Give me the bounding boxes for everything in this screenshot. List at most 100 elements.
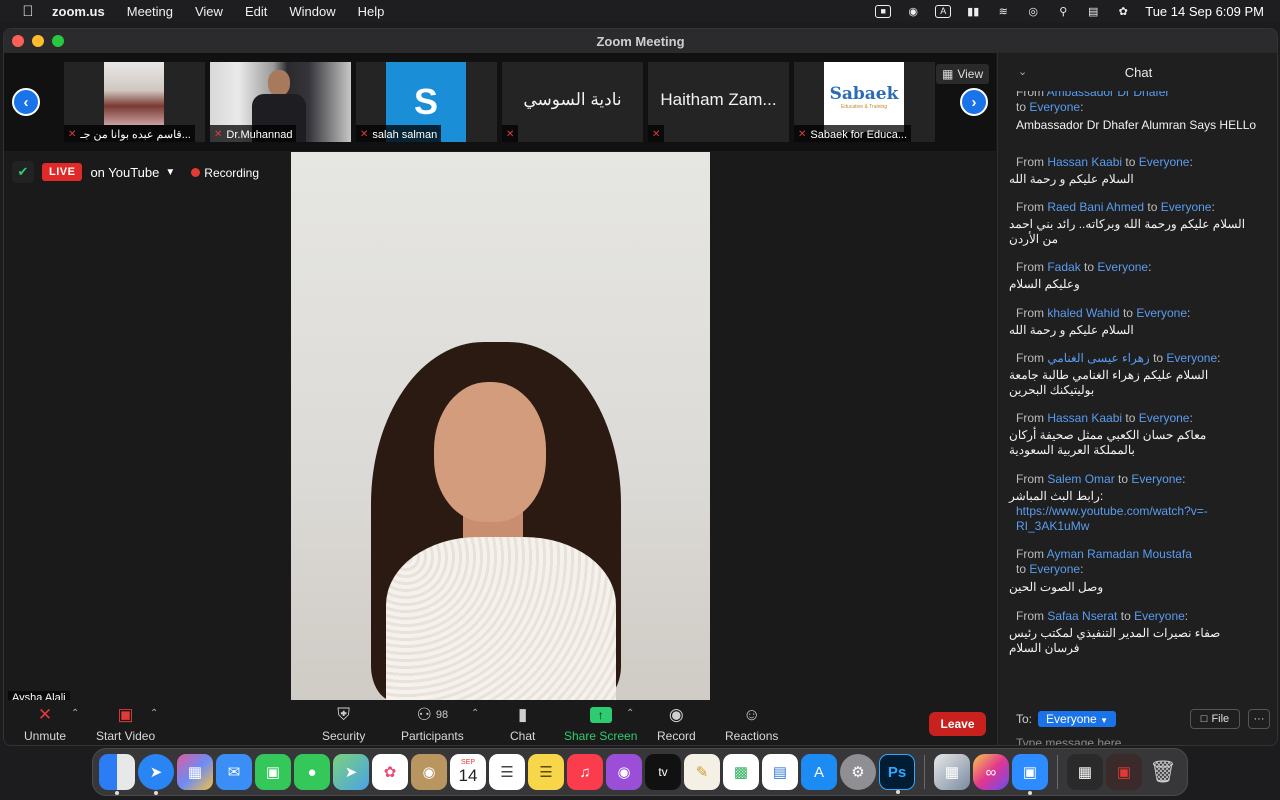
chat-button[interactable]: ▮ Chat — [510, 704, 535, 743]
live-badge[interactable]: LIVE — [42, 163, 83, 181]
participant-name-tag: ✕ — [502, 125, 519, 142]
chat-message: From Ambassador Dr Dhafer to Everyone: A… — [998, 91, 1268, 133]
participant-name-tag: ✕ — [648, 125, 665, 142]
participants-button[interactable]: ⚇ 98 Participants — [401, 704, 464, 743]
muted-mic-icon: ✕ — [68, 129, 77, 140]
keyboard-input-icon[interactable]: A — [935, 4, 952, 18]
video-options-caret[interactable]: ⌃ — [150, 708, 158, 719]
control-center-icon[interactable]: ▤ — [1085, 5, 1101, 18]
share-options-caret[interactable]: ⌃ — [626, 708, 634, 719]
participant-tile[interactable]: S ✕ salah salman — [356, 62, 497, 142]
app-store-icon[interactable]: A — [801, 754, 837, 790]
wifi-icon[interactable]: ≋ — [995, 5, 1011, 18]
caret-down-icon: ▼ — [1100, 716, 1108, 725]
participant-tile[interactable]: Haitham Zam... ✕ — [648, 62, 789, 142]
fullscreen-window-button[interactable] — [52, 35, 64, 47]
notes-icon[interactable]: ☰ — [528, 754, 564, 790]
creative-cloud-icon[interactable]: ∞ — [973, 754, 1009, 790]
participants-options-caret[interactable]: ⌃ — [471, 708, 479, 719]
keynote-icon[interactable]: ▤ — [762, 754, 798, 790]
apple-menu-icon[interactable]:  — [18, 3, 38, 20]
zoom-status-icon[interactable]: ■ — [875, 4, 892, 18]
maps-icon[interactable]: ➤ — [333, 754, 369, 790]
participant-tile[interactable]: ✕ قاسم عبده بوانا من جـ... — [64, 62, 205, 142]
menubar-clock[interactable]: Tue 14 Sep 6:09 PM — [1145, 4, 1264, 19]
photos-icon[interactable]: ✿ — [372, 754, 408, 790]
user-account-icon[interactable]: ◎ — [1025, 5, 1041, 18]
pages-icon[interactable]: ✎ — [684, 754, 720, 790]
system-preferences-icon[interactable]: ⚙ — [840, 754, 876, 790]
audio-options-caret[interactable]: ⌃ — [71, 708, 79, 719]
chat-message: From Fadak to Everyone: وعليكم السلام — [998, 260, 1268, 292]
muted-mic-icon: ✕ — [214, 129, 223, 140]
chat-messages[interactable]: From Ambassador Dr Dhafer to Everyone: A… — [998, 91, 1277, 671]
downloads-stack-icon[interactable]: ▦ — [1067, 754, 1103, 790]
menu-help[interactable]: Help — [358, 4, 385, 19]
menu-view[interactable]: View — [195, 4, 223, 19]
safari-icon[interactable]: ➤ — [138, 754, 174, 795]
music-icon[interactable]: ♫ — [567, 754, 603, 790]
live-stream-bar: ✔ LIVE on YouTube ▼ Recording — [12, 161, 259, 183]
chat-message: From Salem Omar to Everyone: رابط البث ا… — [998, 472, 1268, 534]
start-video-button[interactable]: ▣ Start Video — [96, 704, 155, 743]
zoom-app-icon[interactable]: ▣ — [1012, 754, 1048, 795]
screen-record-status-icon[interactable]: ◉ — [905, 5, 921, 18]
mail-icon[interactable]: ✉ — [216, 754, 252, 790]
recipient-dropdown[interactable]: Everyone ▼ — [1038, 711, 1116, 727]
file-icon: □ — [1200, 713, 1208, 725]
menu-window[interactable]: Window — [289, 4, 335, 19]
minimize-window-button[interactable] — [32, 35, 44, 47]
chat-title: Chat — [1124, 64, 1153, 80]
chat-bubble-icon: ▮ — [518, 705, 528, 724]
numbers-icon[interactable]: ▩ — [723, 754, 759, 790]
menu-edit[interactable]: Edit — [245, 4, 267, 19]
trash-icon[interactable]: 🗑 — [1145, 754, 1181, 790]
close-window-button[interactable] — [12, 35, 24, 47]
recent-files-stack-icon[interactable]: ▣ — [1106, 754, 1142, 790]
menu-bar:  zoom.us Meeting View Edit Window Help … — [0, 0, 1280, 22]
next-page-button[interactable]: › — [960, 88, 988, 116]
calendar-icon[interactable]: SEP 14 — [450, 754, 486, 790]
menu-meeting[interactable]: Meeting — [127, 4, 173, 19]
active-speaker-video[interactable] — [291, 152, 710, 700]
siri-icon[interactable]: ✿ — [1115, 5, 1131, 18]
preview-icon[interactable]: ▦ — [934, 754, 970, 790]
unmute-button[interactable]: ✕ Unmute — [24, 704, 66, 743]
finder-icon[interactable] — [99, 754, 135, 795]
participant-display-name: نادية السوسي — [523, 90, 622, 109]
meeting-toolbar: ✕ Unmute ⌃ ▣ Start Video ⌃ ⛨ Security ⚇ 9… — [4, 700, 996, 745]
send-file-button[interactable]: □ File — [1190, 709, 1240, 729]
chat-message: From khaled Wahid to Everyone: السلام عل… — [998, 306, 1268, 338]
collapse-chat-icon[interactable]: ⌄ — [1018, 65, 1027, 78]
participant-tile[interactable]: Sabaek Education & Training ✕ Sabaek for… — [794, 62, 935, 142]
spotlight-search-icon[interactable]: ⚲ — [1055, 5, 1071, 18]
apple-tv-icon[interactable]: tv — [645, 754, 681, 790]
view-layout-button[interactable]: ▦ View — [936, 64, 990, 84]
reactions-button[interactable]: ☺ Reactions — [725, 704, 778, 743]
live-platform-dropdown[interactable]: on YouTube ▼ — [90, 165, 175, 180]
messages-icon[interactable]: ● — [294, 754, 330, 790]
reminders-icon[interactable]: ☰ — [489, 754, 525, 790]
participants-icon: ⚇ 98 — [416, 705, 449, 724]
leave-button[interactable]: Leave — [929, 712, 986, 736]
chat-message-text: رابط البث المباشر: — [1009, 489, 1104, 503]
chat-message-input[interactable] — [1016, 735, 1266, 745]
contacts-icon[interactable]: ◉ — [411, 754, 447, 790]
participant-tile[interactable]: ✕ Dr.Muhannad — [210, 62, 351, 142]
photoshop-icon[interactable]: Ps — [879, 754, 915, 794]
participant-tile[interactable]: نادية السوسي ✕ — [502, 62, 643, 142]
recording-indicator[interactable]: Recording — [183, 165, 259, 180]
podcasts-icon[interactable]: ◉ — [606, 754, 642, 790]
participant-count: 98 — [435, 709, 449, 721]
facetime-icon[interactable]: ▣ — [255, 754, 291, 790]
record-button[interactable]: ◉ Record — [657, 704, 696, 743]
youtube-link[interactable]: https://www.youtube.com/watch?v=-RI_3AK1… — [998, 504, 1213, 534]
previous-page-button[interactable]: ‹ — [12, 88, 40, 116]
chat-message-text: معاكم حسان الكعبي ممثل صحيفة أركان بالمم… — [1009, 428, 1207, 457]
battery-icon[interactable]: ▮▮ — [965, 5, 981, 18]
encryption-shield-icon[interactable]: ✔ — [12, 161, 34, 183]
security-button[interactable]: ⛨ Security — [322, 704, 365, 743]
menu-app-zoom[interactable]: zoom.us — [52, 4, 105, 19]
launchpad-icon[interactable]: ▦ — [177, 754, 213, 790]
chat-more-button[interactable]: ··· — [1248, 709, 1270, 729]
